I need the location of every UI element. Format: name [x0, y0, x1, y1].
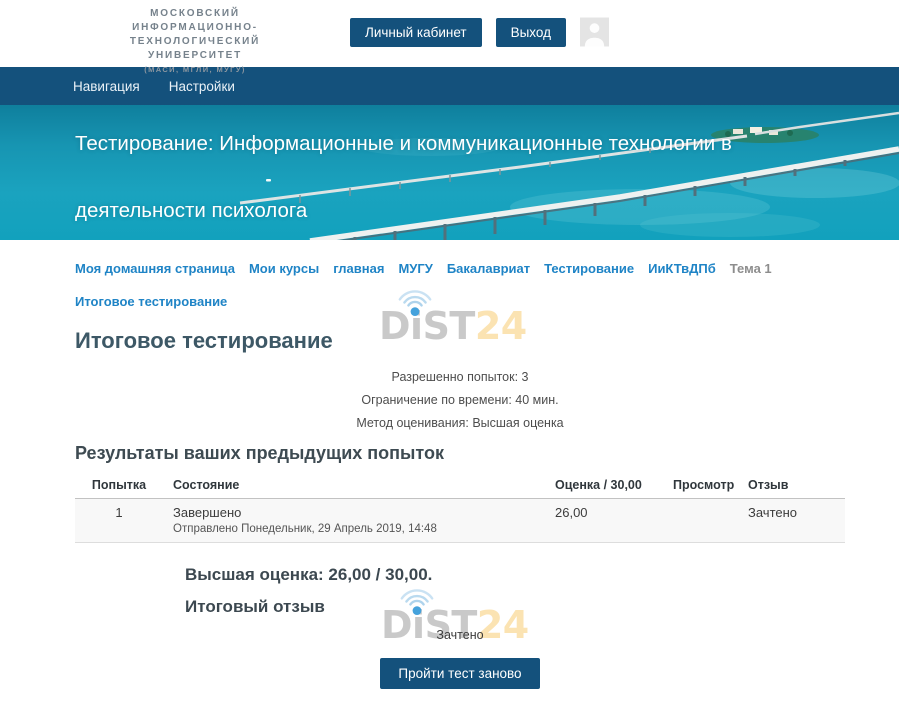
cell-state: Завершено Отправлено Понедельник, 29 Апр… [163, 499, 545, 543]
col-grade: Оценка / 30,00 [545, 474, 663, 499]
quiz-page: МОСКОВСКИЙ ИНФОРМАЦИОННО-ТЕХНОЛОГИЧЕСКИЙ… [0, 0, 899, 701]
breadcrumb-item-mugu[interactable]: МУГУ [398, 252, 432, 285]
logo-line: МОСКОВСКИЙ [75, 7, 315, 21]
table-row: 1 Завершено Отправлено Понедельник, 29 А… [75, 499, 845, 543]
final-feedback-row: DiST24 Итоговый отзыв [185, 597, 845, 618]
quiz-info-time-limit: Ограничение по времени: 40 мин. [75, 389, 845, 412]
user-icon[interactable] [580, 17, 609, 47]
retake-quiz-button[interactable]: Пройти тест заново [380, 658, 539, 689]
col-state: Состояние [163, 474, 545, 499]
logo-subline: (МАСИ, МГЛИ, МУГУ) [75, 64, 315, 75]
quiz-info-grading-method: Метод оценивания: Высшая оценка [75, 412, 845, 435]
final-feedback-heading: Итоговый отзыв [185, 597, 845, 617]
course-title: Тестирование: Информационные и коммуника… [75, 105, 765, 240]
logo-line: ИНФОРМАЦИОННО-ТЕХНОЛОГИЧЕСКИЙ [75, 21, 315, 49]
breadcrumb-item-testing[interactable]: Тестирование [544, 252, 634, 285]
attempt-state: Завершено [173, 505, 535, 520]
final-feedback-value: Зачтено [75, 628, 845, 642]
breadcrumb: Моя домашняя страница Мои курсы главная … [75, 252, 845, 318]
header-actions: Личный кабинет Выход [350, 17, 609, 47]
col-attempt: Попытка [75, 474, 163, 499]
quiz-info: Разрешенно попыток: 3 Ограничение по вре… [75, 366, 845, 435]
col-feedback: Отзыв [738, 474, 845, 499]
page-title: Итоговое тестирование [75, 328, 845, 354]
university-logo[interactable]: МОСКОВСКИЙ ИНФОРМАЦИОННО-ТЕХНОЛОГИЧЕСКИЙ… [75, 7, 315, 75]
attempt-state-detail: Отправлено Понедельник, 29 Апрель 2019, … [173, 523, 535, 535]
breadcrumb-item-my-courses[interactable]: Мои курсы [249, 252, 319, 285]
course-hero-banner: Тестирование: Информационные и коммуника… [0, 105, 899, 240]
breadcrumb-item-course[interactable]: ИиКТвДПб [648, 252, 716, 285]
cell-review [663, 499, 738, 543]
breadcrumb-item-main[interactable]: главная [333, 252, 384, 285]
attempts-table-header-row: Попытка Состояние Оценка / 30,00 Просмот… [75, 474, 845, 499]
logout-button[interactable]: Выход [496, 18, 566, 47]
nav-item-navigation[interactable]: Навигация [73, 79, 140, 94]
nav-item-settings[interactable]: Настройки [169, 79, 235, 94]
breadcrumb-item-topic: Тема 1 [730, 252, 772, 285]
results-heading: Результаты ваших предыдущих попыток [75, 443, 845, 464]
col-review: Просмотр [663, 474, 738, 499]
retake-row: Пройти тест заново [75, 658, 845, 689]
site-header: МОСКОВСКИЙ ИНФОРМАЦИОННО-ТЕХНОЛОГИЧЕСКИЙ… [0, 0, 899, 67]
attempts-table: Попытка Состояние Оценка / 30,00 Просмот… [75, 474, 845, 543]
breadcrumb-item-bachelor[interactable]: Бакалавриат [447, 252, 530, 285]
cell-feedback: Зачтено [738, 499, 845, 543]
logo-line: УНИВЕРСИТЕТ [75, 49, 315, 63]
breadcrumb-item-home[interactable]: Моя домашняя страница [75, 252, 235, 285]
cell-grade: 26,00 [545, 499, 663, 543]
cell-attempt-number: 1 [75, 499, 163, 543]
personal-cabinet-button[interactable]: Личный кабинет [350, 18, 482, 47]
breadcrumb-item-final-test[interactable]: Итоговое тестирование [75, 285, 227, 318]
main-content: Моя домашняя страница Мои курсы главная … [0, 240, 899, 689]
best-grade: Высшая оценка: 26,00 / 30,00. [185, 565, 845, 585]
quiz-info-attempts: Разрешенно попыток: 3 [75, 366, 845, 389]
attempt-summary: Высшая оценка: 26,00 / 30,00. DiST24 Ито… [185, 565, 845, 618]
